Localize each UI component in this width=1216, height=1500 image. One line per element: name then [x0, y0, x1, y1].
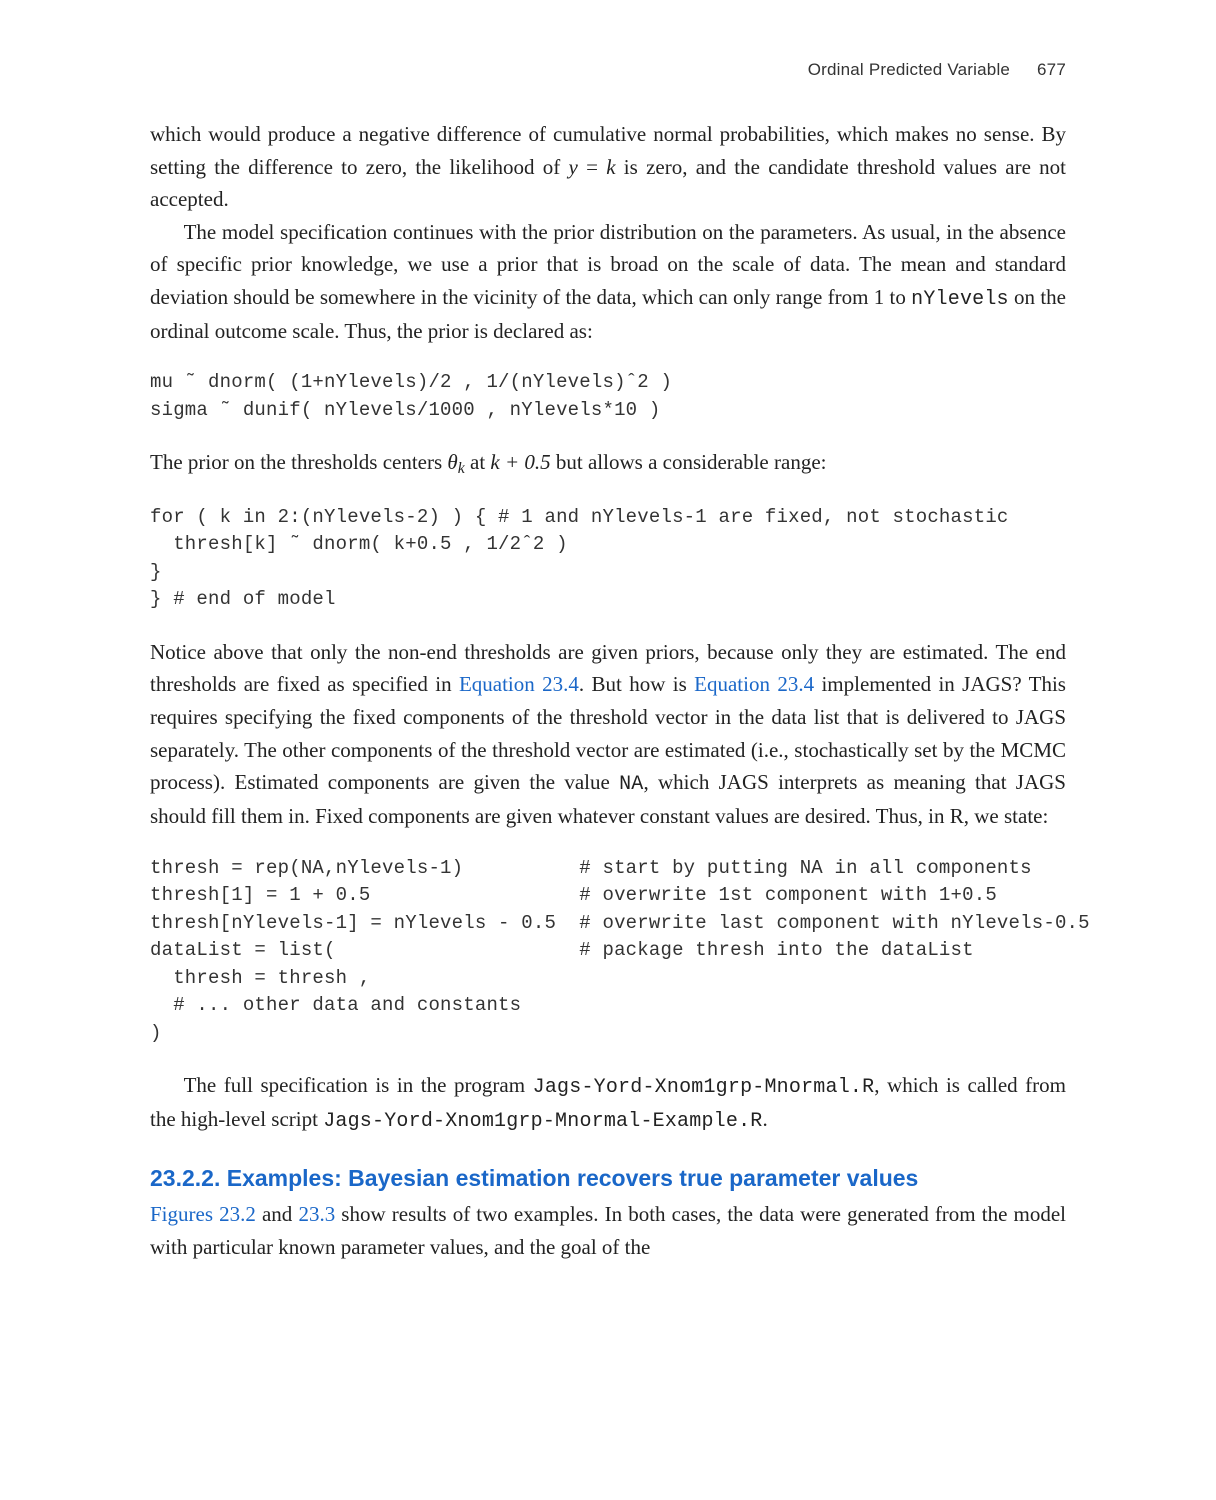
section-title: Examples: Bayesian estimation recovers t… [220, 1165, 918, 1191]
para1-eq-rhs: k [606, 155, 615, 179]
para1-eq-eq: = [578, 155, 606, 179]
para3-expr: k + 0.5 [490, 450, 550, 474]
inline-code-program: Jags-Yord-Xnom1grp-Mnormal.R [533, 1076, 875, 1099]
paragraph-6: Figures 23.2 and 23.3 show results of tw… [150, 1198, 1066, 1263]
inline-code-na: NA [619, 773, 643, 796]
link-equation-23-4-b[interactable]: Equation 23.4 [694, 672, 814, 696]
para6-text-a: and [256, 1202, 299, 1226]
section-heading: 23.2.2. Examples: Bayesian estimation re… [150, 1165, 1066, 1192]
para5-text-a: The full specification is in the program [184, 1073, 533, 1097]
paragraph-4: Notice above that only the non-end thres… [150, 636, 1066, 833]
theta-subscript: k [458, 460, 465, 477]
para3-text-b: at [465, 450, 491, 474]
section-number: 23.2.2. [150, 1165, 220, 1191]
theta-symbol: θ [447, 450, 457, 474]
paragraph-5: The full specification is in the program… [150, 1069, 1066, 1137]
para1-eq-lhs: y [569, 155, 578, 179]
para3-text-c: but allows a considerable range: [551, 450, 827, 474]
code-block-datalist: thresh = rep(NA,nYlevels-1) # start by p… [150, 855, 1066, 1048]
code-block-prior: mu ˜ dnorm( (1+nYlevels)/2 , 1/(nYlevels… [150, 369, 1066, 424]
code-block-thresh-loop: for ( k in 2:(nYlevels-2) ) { # 1 and nY… [150, 504, 1066, 614]
paragraph-1: which would produce a negative differenc… [150, 118, 1066, 216]
link-equation-23-4-a[interactable]: Equation 23.4 [459, 672, 579, 696]
paragraph-2: The model specification continues with t… [150, 216, 1066, 348]
para3-text-a: The prior on the thresholds centers [150, 450, 447, 474]
link-figure-23-2[interactable]: Figures 23.2 [150, 1202, 256, 1226]
inline-code-nylevels: nYlevels [911, 288, 1009, 311]
para5-text-c: . [762, 1107, 767, 1131]
link-figure-23-3[interactable]: 23.3 [298, 1202, 335, 1226]
para4-text-b: . But how is [579, 672, 694, 696]
inline-code-script: Jags-Yord-Xnom1grp-Mnormal-Example.R [323, 1110, 762, 1133]
page-number: 677 [1037, 60, 1066, 80]
running-head: Ordinal Predicted Variable 677 [150, 60, 1066, 80]
page: Ordinal Predicted Variable 677 which wou… [0, 0, 1216, 1500]
running-title: Ordinal Predicted Variable [808, 60, 1010, 79]
paragraph-3: The prior on the thresholds centers θk a… [150, 446, 1066, 481]
